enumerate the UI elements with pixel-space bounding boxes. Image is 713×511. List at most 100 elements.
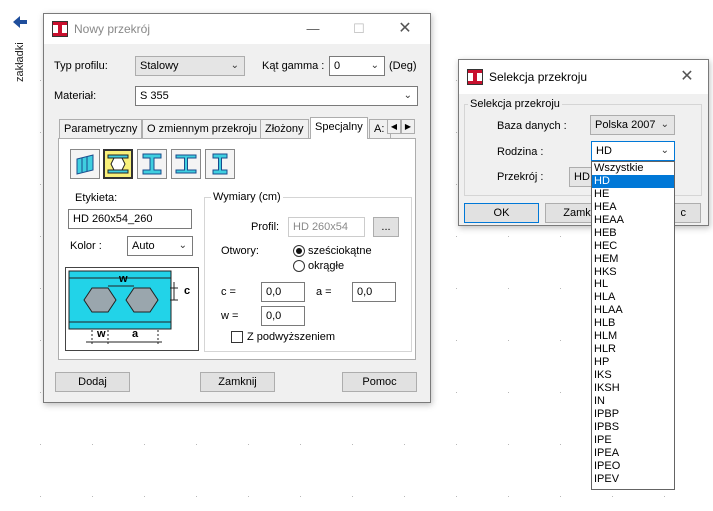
browse-profile-button[interactable]: ...	[373, 217, 399, 237]
gamma-label: Kąt gamma :	[262, 60, 325, 72]
dimensions-group-label: Wymiary (cm)	[211, 191, 283, 203]
tab-compound[interactable]: Złożony	[260, 119, 309, 139]
dialog-title: Nowy przekrój	[74, 22, 151, 36]
bookmarks-tab[interactable]: zakładki	[12, 34, 28, 84]
raised-checkbox[interactable]	[231, 331, 243, 343]
diagram-label-a: a	[132, 328, 139, 340]
arrow-left-icon[interactable]	[12, 14, 28, 30]
help-button[interactable]: Pomoc	[342, 372, 417, 392]
castellated-beam-icon[interactable]	[103, 149, 133, 179]
family-option[interactable]: HEB	[592, 227, 674, 240]
family-option[interactable]: HEM	[592, 253, 674, 266]
color-select[interactable]: Auto ⌄	[127, 236, 193, 256]
dialog-title: Selekcja przekroju	[489, 70, 588, 84]
family-label: Rodzina :	[497, 146, 544, 158]
section-label: Przekrój :	[497, 171, 544, 183]
i-beam-wide-icon[interactable]	[171, 149, 201, 179]
minimize-button[interactable]: —	[290, 14, 336, 44]
chevron-down-icon: ⌄	[660, 119, 669, 130]
family-option[interactable]: IKSH	[592, 382, 674, 395]
diagram-label-w-top: w	[119, 273, 128, 285]
family-option[interactable]: HLAA	[592, 304, 674, 317]
new-section-dialog: Nowy przekrój — ☐ ✕ Typ profilu: Stalowy…	[43, 13, 431, 403]
family-select[interactable]: HD ⌄	[591, 141, 675, 161]
material-select[interactable]: S 355 ⌄	[135, 86, 418, 106]
hole-round-label: okrągłe	[308, 260, 345, 272]
maximize-button[interactable]: ☐	[336, 14, 382, 44]
family-option[interactable]: Wszystkie	[592, 162, 674, 175]
family-option[interactable]: HEAA	[592, 214, 674, 227]
diagram-label-c: c	[184, 285, 191, 297]
section-i-beam-icon	[52, 21, 68, 37]
chevron-down-icon: ⌄	[230, 60, 239, 71]
ok-button[interactable]: OK	[464, 203, 539, 223]
w-label: w =	[221, 310, 239, 322]
a-label: a =	[316, 286, 332, 298]
family-option[interactable]: HE	[592, 188, 674, 201]
profile-type-select[interactable]: Stalowy ⌄	[135, 56, 245, 76]
material-label: Materiał:	[54, 90, 97, 102]
family-option[interactable]: HLR	[592, 343, 674, 356]
family-dropdown-list[interactable]: Wszystkie HD HE HEA HEAA HEB HEC HEM HKS HL HLA HLA…	[591, 161, 675, 490]
gamma-select[interactable]: 0 ⌄	[329, 56, 385, 76]
title-bar: Selekcja przekroju ✕	[459, 60, 708, 94]
family-option[interactable]: IN	[592, 395, 674, 408]
family-option[interactable]: IPBP	[592, 408, 674, 421]
tab-special[interactable]: Specjalny	[310, 117, 368, 139]
add-button[interactable]: Dodaj	[55, 372, 130, 392]
family-option[interactable]: IPE	[592, 434, 674, 447]
raised-label: Z podwyższeniem	[247, 331, 336, 343]
family-option[interactable]: IKS	[592, 369, 674, 382]
database-select[interactable]: Polska 2007 ⌄	[590, 115, 675, 135]
tab-panel-special: Etykieta: HD 260x54_260 Kolor : Auto ⌄ w…	[58, 138, 416, 360]
family-option[interactable]: HKS	[592, 266, 674, 279]
i-beam-narrow-icon[interactable]	[205, 149, 235, 179]
family-option[interactable]: HEA	[592, 201, 674, 214]
profile-field: HD 260x54	[288, 217, 365, 237]
hole-hexagonal-label: sześciokątne	[308, 245, 372, 257]
family-option[interactable]: HD	[592, 174, 674, 188]
tab-parametric[interactable]: Parametryczny	[59, 119, 143, 139]
family-option[interactable]: IPEA	[592, 447, 674, 460]
title-bar: Nowy przekrój — ☐ ✕	[44, 14, 430, 44]
hole-hexagonal-radio[interactable]	[293, 245, 305, 257]
chevron-down-icon: ⌄	[403, 90, 412, 101]
close-icon[interactable]: ✕	[664, 62, 710, 92]
c-field[interactable]: 0,0	[261, 282, 305, 302]
close-icon[interactable]: ✕	[382, 14, 428, 44]
family-option[interactable]: HP	[592, 356, 674, 369]
profile-label: Profil:	[251, 221, 280, 233]
holes-label: Otwory:	[221, 245, 259, 257]
c-label: c =	[221, 286, 236, 298]
chevron-down-icon: ⌄	[370, 60, 379, 71]
bookmarks-tab-label: zakładki	[14, 42, 26, 82]
castellated-beam-diagram: w c w a	[65, 267, 199, 351]
selection-group-label: Selekcja przekroju	[468, 98, 562, 110]
cold-formed-icon[interactable]	[70, 149, 100, 179]
family-option[interactable]: HLM	[592, 330, 674, 343]
i-beam-icon[interactable]	[137, 149, 167, 179]
tab-scroll-left[interactable]: ◀	[387, 119, 401, 134]
gamma-unit: (Deg)	[389, 60, 417, 72]
chevron-down-icon: ⌄	[660, 145, 669, 156]
family-option[interactable]: IPEO	[592, 460, 674, 473]
label-caption: Etykieta:	[75, 192, 118, 204]
a-field[interactable]: 0,0	[352, 282, 396, 302]
close-button[interactable]: Zamknij	[200, 372, 275, 392]
database-label: Baza danych :	[497, 120, 567, 132]
family-option[interactable]: HL	[592, 278, 674, 291]
tab-scroll-right[interactable]: ▶	[401, 119, 415, 134]
family-option[interactable]: HLB	[592, 317, 674, 330]
family-option[interactable]: IPEV	[592, 473, 674, 486]
family-option[interactable]: IPBS	[592, 421, 674, 434]
section-i-beam-icon	[467, 69, 483, 85]
profile-type-label: Typ profilu:	[54, 60, 108, 72]
family-option[interactable]: HEC	[592, 240, 674, 253]
hole-round-radio[interactable]	[293, 260, 305, 272]
chevron-down-icon: ⌄	[178, 240, 187, 251]
tab-variable-section[interactable]: O zmiennym przekroju	[142, 119, 263, 139]
label-field[interactable]: HD 260x54_260	[68, 209, 192, 229]
family-option[interactable]: HLA	[592, 291, 674, 304]
diagram-label-w-bottom: w	[97, 328, 106, 340]
w-field[interactable]: 0,0	[261, 306, 305, 326]
